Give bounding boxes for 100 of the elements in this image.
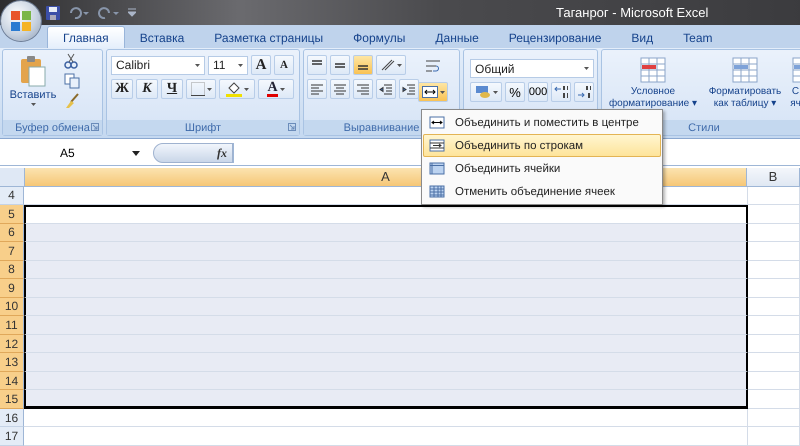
caret-icon (396, 64, 402, 66)
caret-icon (206, 88, 212, 90)
dialog-launcher-icon[interactable] (288, 123, 296, 131)
column-header[interactable]: B (747, 168, 800, 187)
row-header[interactable]: 17 (0, 427, 24, 446)
font-name-field[interactable]: Calibri (111, 56, 205, 74)
undo-icon[interactable] (68, 6, 90, 18)
merge-cells-icon (429, 161, 445, 176)
row-header[interactable]: 16 (0, 408, 24, 428)
row-header[interactable]: 9 (0, 279, 24, 298)
save-icon[interactable] (46, 6, 60, 20)
name-box[interactable]: A5 (0, 143, 145, 163)
number-format-field[interactable]: Общий (470, 59, 594, 78)
row-header[interactable]: 14 (0, 372, 24, 390)
table-cell[interactable] (24, 334, 748, 354)
shrink-font-button[interactable]: A (274, 55, 294, 75)
clipboard-icon (19, 55, 47, 87)
row-header[interactable]: 11 (0, 316, 24, 335)
table-cell[interactable] (24, 353, 748, 372)
ribbon-tab[interactable]: Главная (47, 26, 125, 48)
increase-decimal-button[interactable] (551, 82, 571, 102)
table-cell[interactable] (24, 242, 748, 261)
angled-text-icon (380, 59, 394, 71)
horizontal-align-button[interactable] (353, 79, 373, 99)
table-cell[interactable] (24, 224, 748, 242)
table-cell[interactable] (24, 260, 748, 280)
font-size-field[interactable]: 11 (208, 56, 248, 74)
orientation-button[interactable] (376, 55, 406, 75)
table-cell[interactable] (24, 372, 748, 390)
align-lines-icon (333, 83, 347, 95)
row-header[interactable]: 12 (0, 334, 24, 354)
underline-button[interactable]: Ч (161, 79, 183, 99)
table-cell[interactable] (24, 298, 748, 316)
table-cell[interactable] (24, 205, 748, 224)
ribbon-tab[interactable]: Данные (420, 27, 494, 48)
ribbon-tab[interactable]: Разметка страницы (199, 27, 338, 48)
insert-function-button[interactable]: fx (153, 143, 233, 163)
grow-font-button[interactable]: A (251, 55, 271, 75)
row-header[interactable]: 15 (0, 390, 24, 409)
row-header[interactable]: 13 (0, 353, 24, 372)
merge-button[interactable] (418, 82, 448, 102)
caret-icon (238, 64, 243, 66)
ribbon-tab[interactable]: Вставка (124, 27, 200, 48)
ribbon-tab[interactable]: Team (668, 27, 728, 48)
row-header[interactable]: 5 (0, 205, 24, 224)
horizontal-align-button[interactable] (307, 79, 327, 99)
table-cell[interactable] (24, 316, 748, 335)
scissors-icon[interactable] (64, 53, 78, 69)
caret-icon (30, 103, 36, 106)
ribbon-tab[interactable]: Рецензирование (494, 27, 616, 48)
ribbon-tab[interactable]: Формулы (338, 27, 420, 48)
align-lines-icon (356, 83, 370, 95)
dialog-launcher-icon[interactable] (91, 123, 99, 131)
thousands-button[interactable]: 000 (528, 82, 548, 102)
caret-icon (132, 150, 140, 156)
currency-button[interactable] (470, 82, 502, 102)
increase-indent-button[interactable] (399, 79, 419, 99)
brush-icon[interactable] (64, 93, 80, 109)
customize-icon[interactable] (128, 8, 136, 17)
row-header[interactable]: 4 (0, 186, 24, 206)
indent-icon (379, 83, 393, 95)
vertical-align-button[interactable] (330, 55, 350, 75)
table-cell[interactable] (24, 279, 748, 298)
office-logo (10, 10, 32, 32)
vertical-align-button[interactable] (307, 55, 327, 75)
table-cell[interactable] (24, 390, 748, 409)
ribbon-tab[interactable]: Вид (616, 27, 668, 48)
bold-button[interactable]: Ж (111, 79, 133, 99)
font-color-button[interactable]: A (258, 79, 294, 99)
increase-decimal-icon (554, 85, 568, 99)
wrap-text-icon[interactable] (425, 58, 441, 74)
merge-icon (422, 86, 438, 98)
styles-button[interactable]: Форматировать как таблицу ▾ (703, 56, 787, 120)
coins-icon (474, 85, 490, 99)
styles-button[interactable]: С яч (788, 56, 800, 120)
italic-button[interactable]: К (136, 79, 158, 99)
caret-icon (195, 64, 200, 66)
row-header[interactable]: 8 (0, 260, 24, 280)
select-all-corner[interactable] (0, 168, 25, 187)
paint-bucket-icon (226, 81, 242, 97)
window-title: Таганрог - Microsoft Excel (556, 5, 708, 20)
row-header[interactable]: 7 (0, 242, 24, 261)
borders-button[interactable] (186, 79, 216, 99)
menu-item[interactable]: Объединить по строкам (423, 134, 661, 157)
row-header[interactable]: 10 (0, 298, 24, 316)
fill-color-button[interactable] (219, 79, 255, 99)
row-header[interactable]: 6 (0, 224, 24, 242)
copy-icon[interactable] (64, 73, 80, 89)
merge-center-icon (429, 115, 445, 130)
redo-icon[interactable] (98, 6, 120, 18)
decrease-decimal-button[interactable] (574, 82, 594, 102)
paste-button[interactable]: Вставить (6, 53, 60, 120)
decrease-indent-button[interactable] (376, 79, 396, 99)
caret-icon (492, 90, 498, 94)
borders-icon (190, 82, 204, 96)
align-lines-icon (310, 83, 324, 95)
vertical-align-button[interactable] (353, 55, 373, 75)
unmerge-cells-icon (429, 184, 445, 199)
percent-button[interactable]: % (505, 82, 525, 102)
horizontal-align-button[interactable] (330, 79, 350, 99)
